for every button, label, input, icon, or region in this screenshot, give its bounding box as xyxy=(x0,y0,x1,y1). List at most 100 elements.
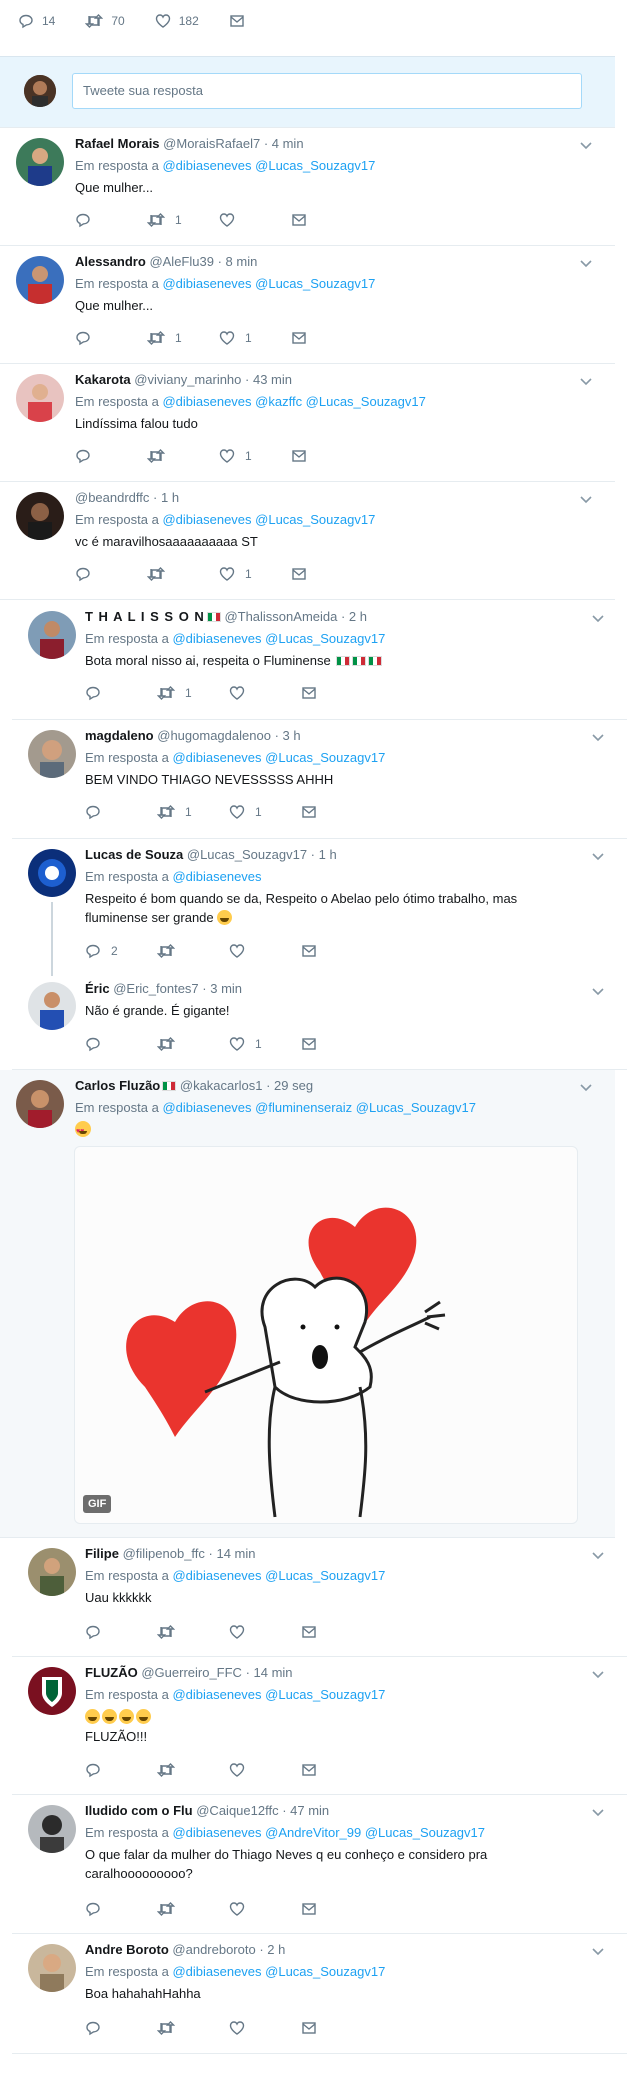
reply-action[interactable]: 14 xyxy=(18,13,55,29)
direct-message-action[interactable] xyxy=(301,1901,373,1917)
timestamp[interactable]: · 29 seg xyxy=(266,1078,313,1093)
reply-tweet[interactable]: Rafael Morais @MoraisRafael7 · 4 min Em … xyxy=(0,128,615,246)
direct-message-action[interactable] xyxy=(291,212,363,228)
retweet-action[interactable] xyxy=(157,1762,229,1778)
retweet-action[interactable] xyxy=(157,1036,229,1052)
reply-tweet[interactable]: @beandrdffc · 1 h Em resposta a @dibiase… xyxy=(0,482,615,600)
chevron-down-icon[interactable] xyxy=(579,138,593,152)
author-handle[interactable]: @hugomagdalenoo xyxy=(157,728,271,743)
author-name[interactable]: T H A L I S S O N xyxy=(85,609,205,624)
chevron-down-icon[interactable] xyxy=(591,1667,605,1681)
chevron-down-icon[interactable] xyxy=(579,256,593,270)
chevron-down-icon[interactable] xyxy=(591,984,605,998)
mention-links[interactable]: @dibiaseneves @Lucas_Souzagv17 xyxy=(162,158,375,173)
like-action[interactable] xyxy=(229,685,301,701)
reply-action[interactable] xyxy=(75,448,147,464)
like-action[interactable]: 1 xyxy=(219,448,291,464)
direct-message-action[interactable] xyxy=(291,566,363,582)
like-action[interactable] xyxy=(229,2020,301,2036)
reply-action[interactable]: 2 xyxy=(85,943,157,959)
reply-action[interactable] xyxy=(85,1762,157,1778)
mention-links[interactable]: @dibiaseneves @Lucas_Souzagv17 xyxy=(162,512,375,527)
timestamp[interactable]: · 8 min xyxy=(218,254,258,269)
timestamp[interactable]: · 3 min xyxy=(202,981,242,996)
author-name[interactable]: Rafael Morais xyxy=(75,136,160,151)
like-action[interactable] xyxy=(229,1901,301,1917)
direct-message-action[interactable] xyxy=(301,1036,373,1052)
retweet-action[interactable] xyxy=(147,566,219,582)
reply-tweet[interactable]: FLUZÃO @Guerreiro_FFC · 14 min Em respos… xyxy=(12,1657,627,1795)
direct-message-action[interactable] xyxy=(301,2020,373,2036)
mention-links[interactable]: @dibiaseneves @Lucas_Souzagv17 xyxy=(172,750,385,765)
author-name[interactable]: Lucas de Souza xyxy=(85,847,183,862)
reply-tweet[interactable]: Lucas de Souza @Lucas_Souzagv17 · 1 h Em… xyxy=(12,839,627,976)
direct-message-action[interactable] xyxy=(301,1762,373,1778)
like-action[interactable] xyxy=(219,212,291,228)
author-handle[interactable]: @Caique12ffc xyxy=(196,1803,278,1818)
reply-action[interactable] xyxy=(75,330,147,346)
author-handle[interactable]: @filipenob_ffc xyxy=(123,1546,205,1561)
reply-action[interactable] xyxy=(75,212,147,228)
timestamp[interactable]: · 43 min xyxy=(245,372,292,387)
chevron-down-icon[interactable] xyxy=(591,849,605,863)
chevron-down-icon[interactable] xyxy=(579,374,593,388)
reply-tweet[interactable]: Iludido com o Flu @Caique12ffc · 47 min … xyxy=(12,1795,627,1934)
author-name[interactable]: Andre Boroto xyxy=(85,1942,169,1957)
direct-message-action[interactable] xyxy=(301,943,373,959)
author-name[interactable]: Éric xyxy=(85,981,110,996)
author-handle[interactable]: @kakacarlos1 xyxy=(180,1078,263,1093)
author-handle[interactable]: @andreboroto xyxy=(172,1942,255,1957)
retweet-action[interactable]: 1 xyxy=(147,212,219,228)
timestamp[interactable]: · 3 h xyxy=(275,728,301,743)
author-handle[interactable]: @Eric_fontes7 xyxy=(113,981,198,996)
retweet-action[interactable] xyxy=(147,448,219,464)
reply-action[interactable] xyxy=(85,1036,157,1052)
like-action[interactable]: 1 xyxy=(229,1036,301,1052)
reply-action[interactable] xyxy=(85,1901,157,1917)
mention-links[interactable]: @dibiaseneves @Lucas_Souzagv17 xyxy=(172,1568,385,1583)
retweet-action[interactable] xyxy=(157,1901,229,1917)
timestamp[interactable]: · 47 min xyxy=(282,1803,329,1818)
like-action[interactable] xyxy=(229,1762,301,1778)
retweet-action[interactable]: 70 xyxy=(85,13,125,29)
mention-links[interactable]: @dibiaseneves @Lucas_Souzagv17 xyxy=(172,1964,385,1979)
reply-tweet[interactable]: Andre Boroto @andreboroto · 2 h Em respo… xyxy=(12,1934,627,2054)
mention-links[interactable]: @dibiaseneves @Lucas_Souzagv17 xyxy=(172,631,385,646)
reply-action[interactable] xyxy=(85,685,157,701)
like-action[interactable] xyxy=(229,943,301,959)
reply-tweet[interactable]: Éric @Eric_fontes7 · 3 min Não é grande.… xyxy=(12,976,627,1070)
reply-action[interactable] xyxy=(85,804,157,820)
retweet-action[interactable] xyxy=(157,1624,229,1640)
mention-links[interactable]: @dibiaseneves @kazffc @Lucas_Souzagv17 xyxy=(162,394,425,409)
direct-message-action[interactable] xyxy=(229,13,253,29)
author-name[interactable]: Alessandro xyxy=(75,254,146,269)
chevron-down-icon[interactable] xyxy=(591,611,605,625)
reply-input[interactable]: Tweete sua resposta xyxy=(72,73,582,109)
direct-message-action[interactable] xyxy=(301,685,373,701)
chevron-down-icon[interactable] xyxy=(591,1548,605,1562)
reply-tweet[interactable]: Kakarota @viviany_marinho · 43 min Em re… xyxy=(0,364,615,482)
direct-message-action[interactable] xyxy=(291,448,363,464)
timestamp[interactable]: · 4 min xyxy=(264,136,304,151)
like-action[interactable]: 1 xyxy=(229,804,301,820)
timestamp[interactable]: · 1 h xyxy=(311,847,337,862)
retweet-action[interactable] xyxy=(157,943,229,959)
like-action[interactable]: 182 xyxy=(155,13,199,29)
retweet-action[interactable] xyxy=(157,2020,229,2036)
timestamp[interactable]: · 14 min xyxy=(209,1546,256,1561)
author-handle[interactable]: @AleFlu39 xyxy=(149,254,214,269)
chevron-down-icon[interactable] xyxy=(579,492,593,506)
retweet-action[interactable]: 1 xyxy=(157,685,229,701)
reply-action[interactable] xyxy=(75,566,147,582)
direct-message-action[interactable] xyxy=(301,1624,373,1640)
gif-media[interactable]: GIF xyxy=(74,1146,578,1524)
reply-tweet[interactable]: T H A L I S S O N @ThalissonAmeida · 2 h… xyxy=(12,601,627,720)
author-name[interactable]: Kakarota xyxy=(75,372,131,387)
timestamp[interactable]: · 2 h xyxy=(259,1942,285,1957)
like-action[interactable]: 1 xyxy=(219,330,291,346)
author-handle[interactable]: @viviany_marinho xyxy=(134,372,241,387)
author-name[interactable]: Carlos Fluzão xyxy=(75,1078,160,1093)
direct-message-action[interactable] xyxy=(291,330,363,346)
retweet-action[interactable]: 1 xyxy=(157,804,229,820)
reply-tweet[interactable]: Filipe @filipenob_ffc · 14 min Em respos… xyxy=(12,1538,627,1657)
